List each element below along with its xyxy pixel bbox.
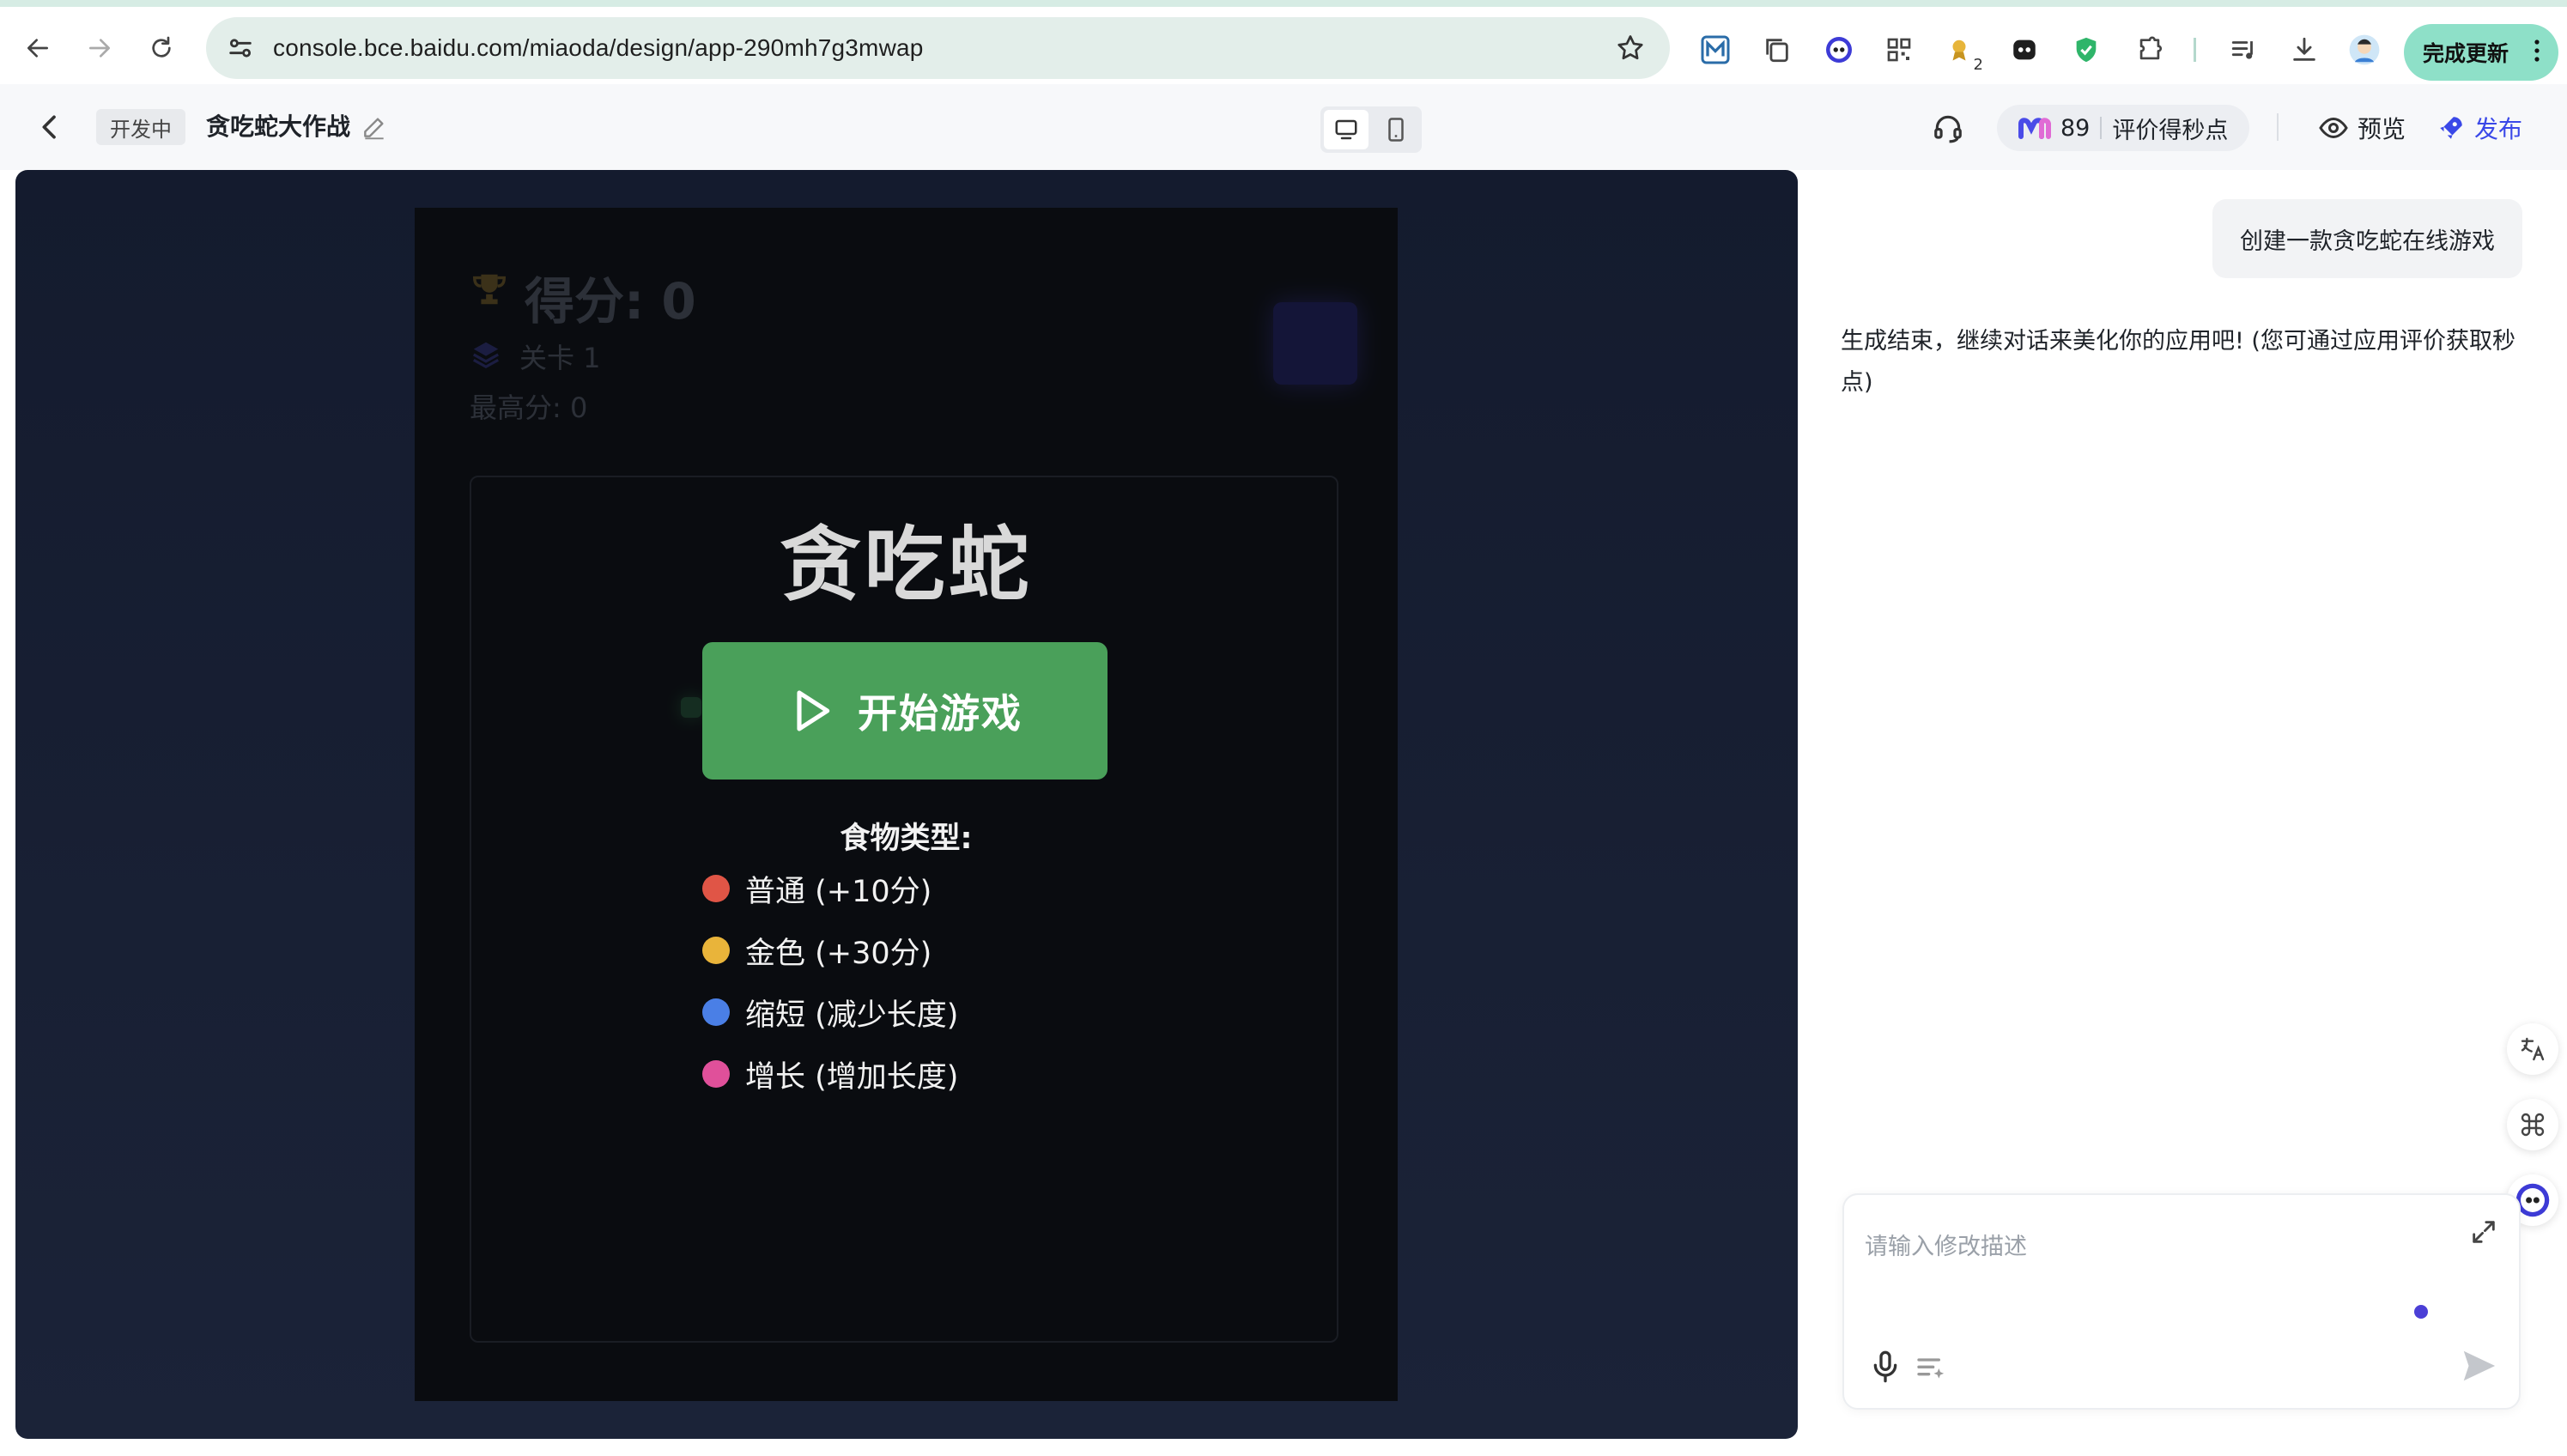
more-menu-icon (2534, 39, 2540, 62)
url-text: console.bce.baidu.com/miaoda/design/app-… (273, 34, 924, 61)
preview-canvas: 得分: 0 关卡 1 最高分: 0 贪吃蛇 开始游戏 食物类型: 普通 (+10… (15, 170, 1798, 1439)
desktop-view-button[interactable] (1324, 110, 1368, 149)
food-item-grow: 增长 (增加长度) (702, 1053, 958, 1095)
game-frame: 得分: 0 关卡 1 最高分: 0 贪吃蛇 开始游戏 食物类型: 普通 (+10… (415, 208, 1398, 1401)
browser-top-accent (0, 0, 2567, 7)
media-control-icon[interactable] (2227, 33, 2261, 67)
credits-label: 评价得秒点 (2112, 117, 2229, 144)
extension-ghost-icon[interactable] (2007, 33, 2042, 67)
prompt-input[interactable] (1865, 1212, 2449, 1281)
extension-badge-icon[interactable]: 2 (1942, 33, 1983, 74)
food-dot-gold (702, 937, 730, 964)
food-item-gold: 金色 (+30分) (702, 929, 932, 972)
phone-icon (1388, 118, 1404, 142)
credits-divider (2100, 117, 2103, 139)
microphone-icon[interactable] (1868, 1350, 1902, 1384)
profile-avatar-icon[interactable] (2347, 33, 2382, 67)
finish-update-label: 完成更新 (2423, 41, 2509, 66)
translate-icon (2521, 1037, 2545, 1061)
food-item-shrink: 缩短 (减少长度) (702, 991, 958, 1034)
food-label: 缩短 (减少长度) (745, 998, 959, 1033)
extension-assistant-icon[interactable] (1822, 33, 1856, 67)
browser-toolbar: console.bce.baidu.com/miaoda/design/app-… (0, 7, 2567, 84)
header-divider (2277, 113, 2279, 141)
credits-pill[interactable]: 89 评价得秒点 (1997, 105, 2249, 151)
preview-button[interactable]: 预览 (2318, 108, 2406, 148)
food-label: 普通 (+10分) (745, 874, 932, 909)
start-game-button[interactable]: 开始游戏 (702, 642, 1108, 780)
miaoda-logo-icon (2018, 118, 2051, 139)
arrow-left-icon (27, 39, 48, 58)
toolbar-divider (2194, 38, 2196, 62)
headset-support-icon[interactable] (1932, 112, 1964, 144)
extension-shield-icon[interactable] (2069, 33, 2103, 67)
extensions-puzzle-icon[interactable] (2133, 33, 2167, 67)
app-title: 贪吃蛇大作战 (206, 112, 351, 141)
extension-badge-count: 2 (1973, 56, 1983, 74)
credits-count: 89 (2060, 114, 2091, 142)
food-dot-red (702, 875, 730, 902)
play-icon (797, 690, 830, 731)
apps-button[interactable] (2507, 1099, 2558, 1150)
finish-update-button[interactable]: 完成更新 (2404, 24, 2558, 81)
ai-message: 生成结束，继续对话来美化你的应用吧! (您可通过应用评价获取秒点) (1841, 328, 2515, 396)
extension-m-icon[interactable] (1698, 33, 1733, 67)
food-dot-blue (702, 998, 730, 1026)
forward-button[interactable] (81, 29, 118, 67)
send-icon[interactable] (2459, 1346, 2498, 1386)
device-toggle (1320, 106, 1422, 153)
rocket-icon (2440, 117, 2462, 139)
publish-label: 发布 (2474, 115, 2523, 143)
food-dot-pink (702, 1060, 730, 1088)
site-settings-icon[interactable] (223, 31, 258, 65)
translate-button[interactable] (2507, 1023, 2558, 1075)
publish-button[interactable]: 发布 (2437, 108, 2522, 148)
preview-label: 预览 (2358, 115, 2406, 143)
prompt-template-icon[interactable] (1915, 1351, 1949, 1386)
monitor-icon (1335, 119, 1357, 140)
back-button[interactable] (19, 29, 57, 67)
start-game-label: 开始游戏 (858, 690, 1023, 737)
reload-icon (152, 36, 171, 58)
reload-button[interactable] (143, 29, 180, 67)
arrow-right-icon (89, 39, 110, 58)
extension-qr-icon[interactable] (1882, 33, 1916, 67)
extension-copy-icon[interactable] (1760, 33, 1794, 67)
start-overlay: 贪吃蛇 开始游戏 食物类型: 普通 (+10分) 金色 (+30分) 缩短 (减… (415, 208, 1398, 1401)
expand-icon[interactable] (2469, 1217, 2498, 1247)
prompt-input-card (1842, 1193, 2521, 1410)
game-title: 贪吃蛇 (780, 519, 1033, 612)
food-types-heading: 食物类型: (840, 822, 973, 856)
status-badge: 开发中 (96, 109, 185, 145)
command-icon (2521, 1113, 2545, 1137)
download-icon[interactable] (2287, 33, 2321, 67)
food-label: 金色 (+30分) (745, 936, 932, 971)
address-bar[interactable]: console.bce.baidu.com/miaoda/design/app-… (206, 17, 1670, 79)
edit-pencil-icon[interactable] (361, 113, 388, 141)
eye-icon (2319, 117, 2348, 139)
mobile-view-button[interactable] (1374, 110, 1418, 149)
user-message-bubble: 创建一款贪吃蛇在线游戏 (2212, 199, 2522, 278)
food-label: 增长 (增加长度) (745, 1059, 959, 1095)
bookmark-star-icon[interactable] (1615, 33, 1646, 64)
food-item-normal: 普通 (+10分) (702, 867, 932, 910)
typing-indicator-dot (2414, 1305, 2428, 1319)
chevron-left-icon[interactable] (33, 110, 67, 144)
app-header: 开发中 贪吃蛇大作战 89 评价得秒点 预览 发布 (0, 84, 2567, 170)
